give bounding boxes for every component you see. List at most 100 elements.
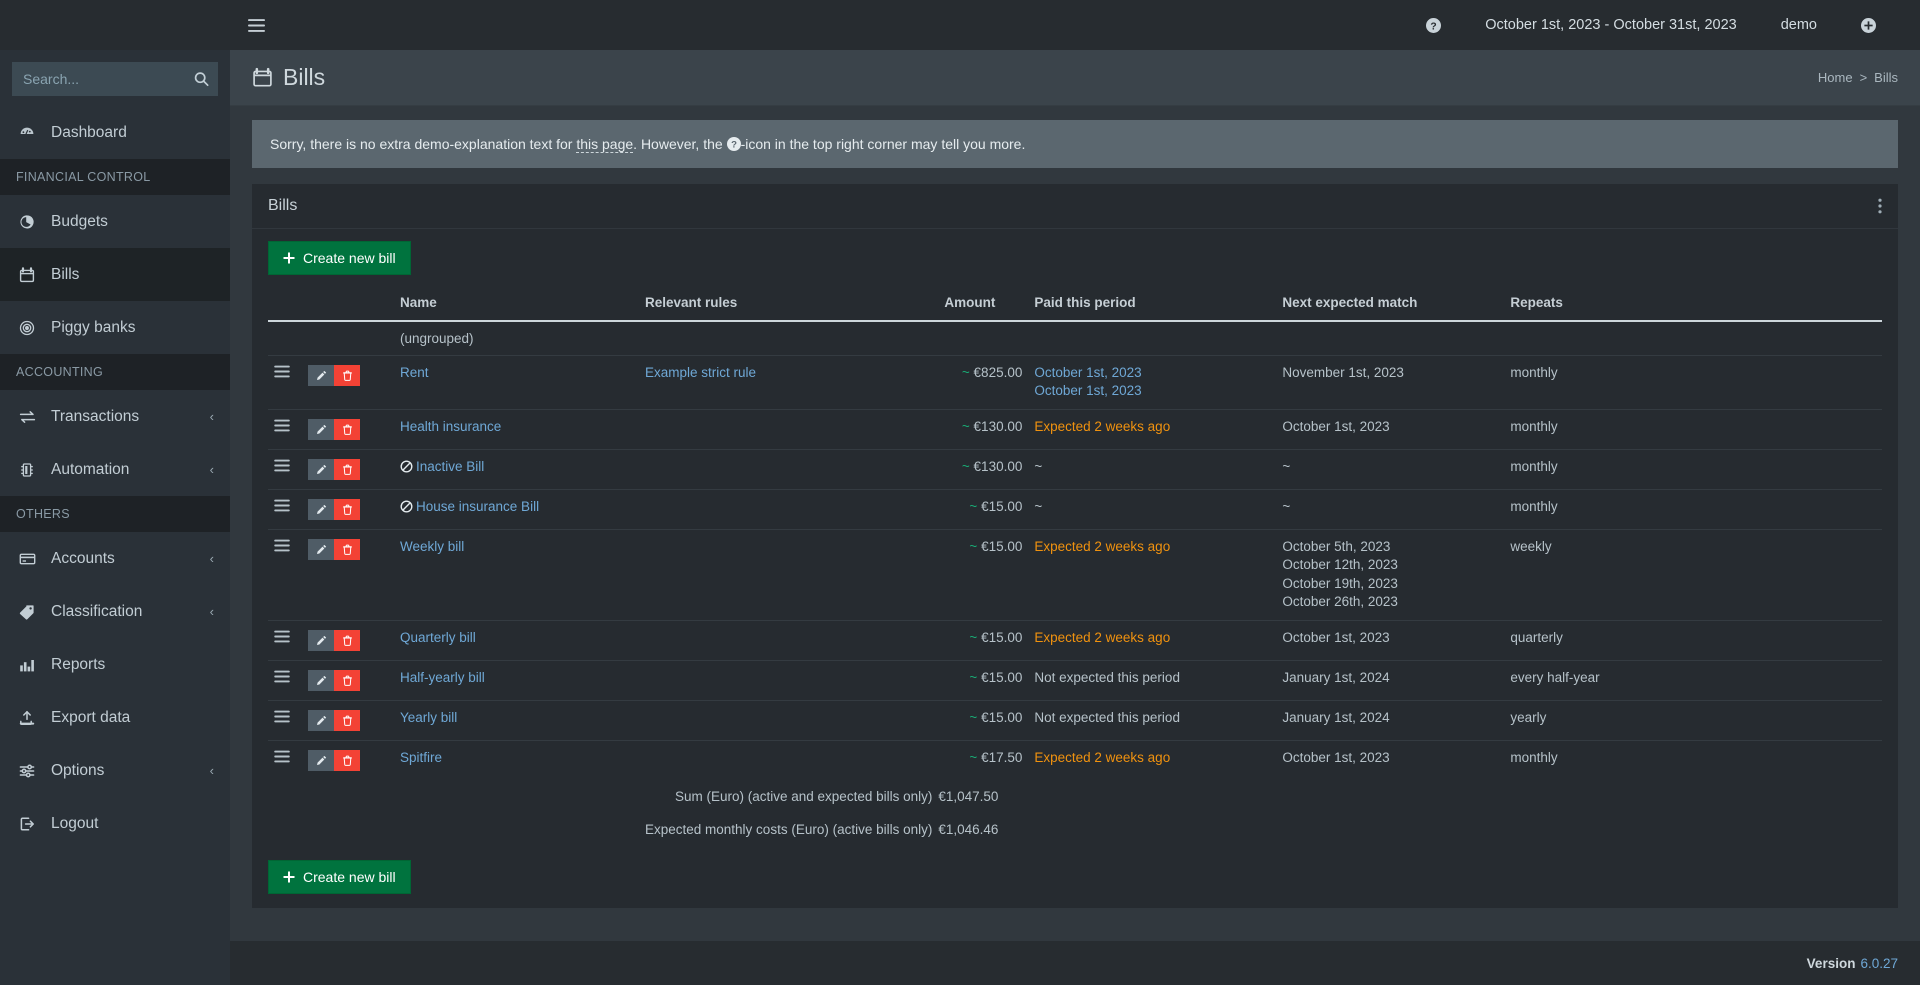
delete-bill-button[interactable]	[334, 749, 360, 771]
card-header: Bills	[252, 184, 1898, 229]
calendar-icon	[19, 266, 41, 283]
delete-bill-button[interactable]	[334, 709, 360, 731]
th-next-expected-match: Next expected match	[1276, 287, 1505, 322]
paid-date[interactable]: October 1st, 2023	[1034, 383, 1270, 399]
drag-handle-icon[interactable]	[274, 499, 296, 512]
search-icon[interactable]	[194, 72, 209, 87]
table-row: Inactive Bill ~ €130.00 ~ ~ monthly	[268, 448, 1882, 490]
sidebar-item-dashboard[interactable]: Dashboard	[0, 106, 230, 159]
drag-handle-icon[interactable]	[274, 710, 296, 723]
th-paid-this-period: Paid this period	[1028, 287, 1277, 322]
bill-name-link[interactable]: Weekly bill	[400, 539, 464, 554]
group-actions-cell	[302, 321, 394, 356]
delete-bill-button[interactable]	[334, 498, 360, 520]
edit-bill-button[interactable]	[308, 418, 334, 440]
add-icon[interactable]	[1839, 0, 1898, 50]
sidebar-item-logout[interactable]: Logout	[0, 797, 230, 850]
create-new-bill-button-top[interactable]: Create new bill	[268, 241, 411, 275]
breadcrumb-separator: >	[1859, 70, 1868, 85]
sidebar-item-piggy-banks[interactable]: Piggy banks	[0, 301, 230, 354]
bill-name-link[interactable]: Quarterly bill	[400, 630, 476, 645]
bill-amount: €825.00	[973, 365, 1023, 380]
th-drag	[268, 287, 302, 322]
drag-handle-icon[interactable]	[274, 419, 296, 432]
search-box[interactable]	[12, 62, 218, 96]
drag-handle-icon[interactable]	[274, 750, 296, 763]
credit-card-icon	[19, 551, 41, 567]
delete-bill-button[interactable]	[334, 365, 360, 386]
edit-bill-button[interactable]	[308, 629, 334, 651]
edit-bill-button[interactable]	[308, 365, 334, 386]
search-input[interactable]	[13, 63, 217, 95]
bill-name-link[interactable]: Half-yearly bill	[400, 670, 485, 685]
edit-bill-button[interactable]	[308, 749, 334, 771]
edit-bill-button[interactable]	[308, 709, 334, 731]
delete-bill-button[interactable]	[334, 629, 360, 651]
sidebar-item-label: Bills	[51, 265, 80, 283]
calendar-icon	[252, 67, 273, 88]
drag-handle-icon[interactable]	[274, 459, 296, 472]
sidebar-item-transactions[interactable]: Transactions ‹	[0, 390, 230, 443]
bill-name-link[interactable]: Health insurance	[400, 419, 501, 434]
sidebar-item-reports[interactable]: Reports	[0, 638, 230, 691]
sidebar-item-bills[interactable]: Bills	[0, 248, 230, 301]
sidebar-item-label: Reports	[51, 655, 106, 673]
sidebar-item-options[interactable]: Options ‹	[0, 744, 230, 797]
bill-amount: €17.50	[981, 749, 1023, 765]
delete-bill-button[interactable]	[334, 669, 360, 691]
bill-amount: €130.00	[973, 418, 1023, 434]
ban-icon	[400, 500, 413, 513]
version-number: 6.0.27	[1860, 955, 1898, 971]
breadcrumb-home[interactable]: Home	[1818, 70, 1853, 85]
drag-handle-icon[interactable]	[274, 365, 296, 378]
bills-table-head: Name Relevant rules Amount Paid this per…	[268, 287, 1882, 322]
alert-this-page-link[interactable]: this page	[576, 136, 634, 153]
edit-bill-button[interactable]	[308, 498, 334, 520]
bills-table-body: (ungrouped) Rent Example strict rule ~ €825…	[268, 321, 1882, 846]
alert-text-part3: -icon in the top right corner may tell y…	[740, 136, 1026, 152]
delete-bill-button[interactable]	[334, 458, 360, 480]
table-row: Quarterly bill ~ €15.00 Expected 2 weeks a…	[268, 619, 1882, 661]
drag-handle-icon[interactable]	[274, 630, 296, 643]
sidebar-item-classification[interactable]: Classification ‹	[0, 585, 230, 638]
bill-amount: €130.00	[973, 458, 1023, 474]
chevron-left-icon: ‹	[209, 763, 214, 778]
edit-bill-button[interactable]	[308, 458, 334, 480]
hamburger-icon[interactable]	[248, 18, 265, 33]
bill-name-link[interactable]: House insurance Bill	[416, 499, 539, 514]
date-range-selector[interactable]: October 1st, 2023 - October 31st, 2023	[1463, 0, 1758, 50]
page-header: Bills Home > Bills	[230, 50, 1920, 106]
amount-approx-marker: ~	[961, 418, 970, 434]
user-menu[interactable]: demo	[1759, 0, 1839, 50]
edit-bill-button[interactable]	[308, 669, 334, 691]
help-icon[interactable]: ?	[1404, 0, 1463, 50]
next-expected-date: October 1st, 2023	[1282, 418, 1390, 434]
plus-icon	[283, 252, 295, 264]
create-new-bill-button-bottom[interactable]: Create new bill	[268, 859, 411, 894]
sidebar-item-automation[interactable]: Automation ‹	[0, 443, 230, 496]
edit-bill-button[interactable]	[308, 538, 334, 560]
bill-name-link[interactable]: Yearly bill	[400, 710, 457, 725]
sidebar-item-budgets[interactable]: Budgets	[0, 195, 230, 248]
sidebar-item-label: Budgets	[51, 212, 108, 230]
bill-name-link[interactable]: Rent	[400, 365, 429, 380]
bill-name-link[interactable]: Spitfire	[400, 750, 442, 765]
sidebar-section-others: OTHERS	[0, 496, 230, 532]
page-title: Bills	[252, 64, 325, 91]
th-name: Name	[394, 287, 639, 322]
relevant-rule-link[interactable]: Example strict rule	[645, 365, 756, 380]
drag-handle-icon[interactable]	[274, 539, 296, 552]
paid-date: Expected 2 weeks ago	[1034, 538, 1171, 554]
plus-icon	[283, 871, 295, 883]
sliders-icon	[19, 763, 41, 779]
delete-bill-button[interactable]	[334, 418, 360, 440]
delete-bill-button[interactable]	[334, 538, 360, 560]
card-menu-icon[interactable]	[1878, 198, 1882, 214]
th-relevant-rules: Relevant rules	[639, 287, 939, 322]
drag-handle-icon[interactable]	[274, 670, 296, 683]
sidebar-item-accounts[interactable]: Accounts ‹	[0, 532, 230, 585]
bill-name-link[interactable]: Inactive Bill	[416, 459, 484, 474]
sidebar-item-export-data[interactable]: Export data	[0, 691, 230, 744]
paid-date: Not expected this period	[1034, 709, 1180, 725]
paid-date[interactable]: October 1st, 2023	[1034, 365, 1270, 381]
